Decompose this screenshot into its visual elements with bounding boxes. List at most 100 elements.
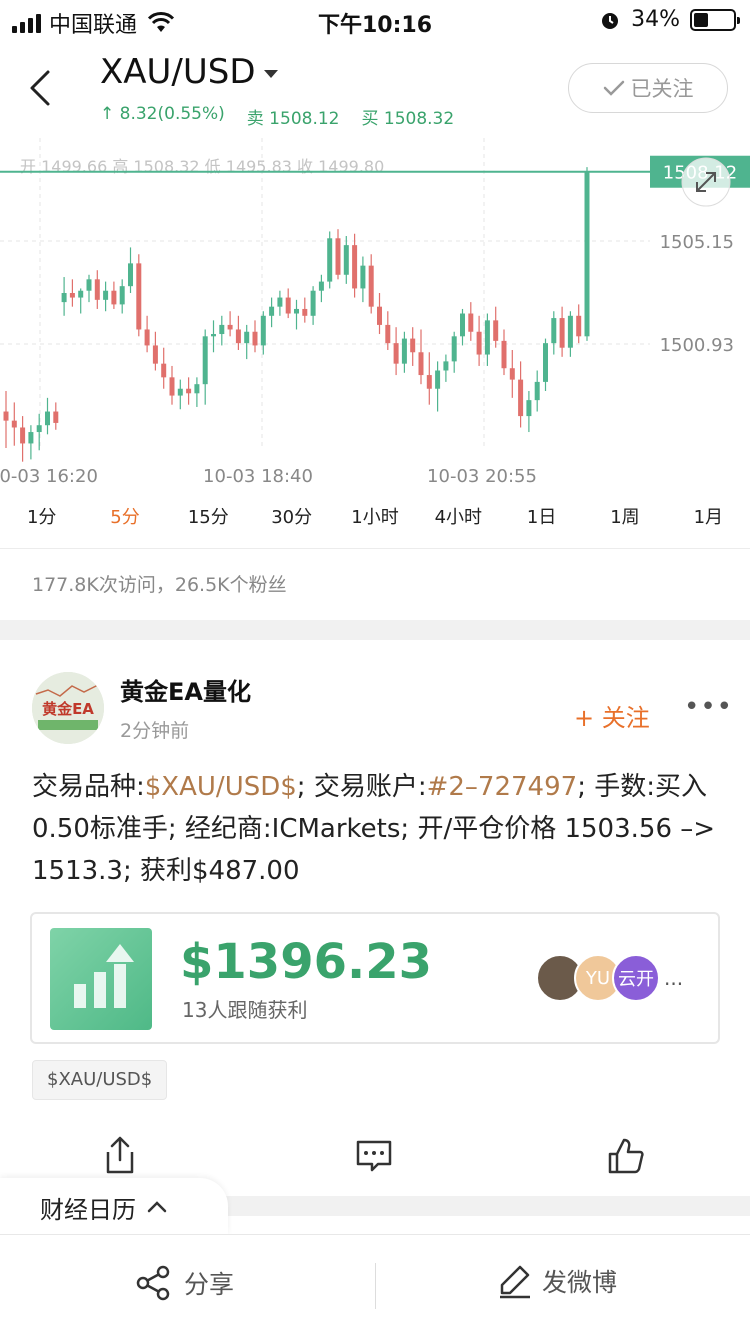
calendar-tab[interactable]: 财经日历 <box>0 1178 228 1236</box>
candle-body <box>69 293 75 298</box>
divider <box>375 1263 376 1309</box>
post-actions <box>0 1134 750 1182</box>
post-text: 交易品种: <box>32 772 145 802</box>
share-button[interactable]: 分享 <box>134 1263 234 1303</box>
candle-body <box>103 290 109 300</box>
followed-button[interactable]: 已关注 <box>568 63 728 113</box>
post-content: 交易品种:$XAU/USD$; 交易账户:#2–727497; 手数:买入 0.… <box>32 766 722 892</box>
candle-body <box>551 318 557 344</box>
candle-body <box>3 411 9 421</box>
comment-icon[interactable] <box>354 1134 394 1178</box>
symbol-link[interactable]: $XAU/USD$ <box>145 772 297 802</box>
sell-price: 卖 1508.12 <box>246 109 340 129</box>
period-tab[interactable]: 1周 <box>583 500 666 540</box>
candle-body <box>443 361 449 371</box>
profit-card[interactable]: $1396.23 13人跟随获利 YU 云开 ... <box>30 912 720 1044</box>
candle-body <box>451 336 457 362</box>
post-time: 2分钟前 <box>120 720 190 742</box>
more-options-icon[interactable]: ••• <box>684 692 733 722</box>
candle-body <box>252 331 258 346</box>
candle-body <box>493 320 499 341</box>
section-separator <box>0 620 750 640</box>
candle-body <box>410 338 416 353</box>
period-tab[interactable]: 4小时 <box>417 500 500 540</box>
candle-body <box>476 331 482 355</box>
candle-body <box>119 286 125 305</box>
candle-body <box>368 265 374 307</box>
status-bar: 中国联通 下午10:16 34% <box>0 0 750 40</box>
period-tabs: 1分 5分 15分 30分 1小时 4小时 1日 1周 1月 <box>0 500 750 540</box>
candle-body <box>435 370 441 389</box>
candle-body <box>235 329 241 344</box>
candle-body <box>327 238 333 282</box>
share-label: 分享 <box>184 1270 235 1299</box>
period-tab[interactable]: 15分 <box>167 500 250 540</box>
like-icon[interactable] <box>606 1134 646 1178</box>
candle-body <box>534 381 540 401</box>
pencil-icon <box>500 1265 530 1299</box>
post-weibo-button[interactable]: 发微博 <box>498 1263 617 1299</box>
candle-body <box>61 293 67 303</box>
symbol-tag[interactable]: $XAU/USD$ <box>32 1060 168 1100</box>
period-tab[interactable]: 1日 <box>500 500 583 540</box>
symbol-selector[interactable]: XAU/USD <box>100 52 278 92</box>
symbol-title: XAU/USD <box>100 52 256 92</box>
candle-body <box>401 338 407 364</box>
follower-avatars: YU 云开 ... <box>536 954 683 1002</box>
candle-body <box>426 375 432 389</box>
candle-body <box>152 345 158 364</box>
candle-body <box>177 388 183 396</box>
candle-body <box>484 320 490 355</box>
profit-amount: $1396.23 <box>180 934 433 990</box>
candle-body <box>211 334 216 337</box>
check-icon <box>603 80 624 96</box>
candle-body <box>169 377 175 396</box>
period-tab[interactable]: 1月 <box>667 500 750 540</box>
follow-button[interactable]: + 关注 <box>574 698 650 733</box>
period-tab[interactable]: 1小时 <box>333 500 416 540</box>
candle-body <box>269 306 275 316</box>
period-tab[interactable]: 5分 <box>83 500 166 540</box>
chevron-up-icon <box>147 1201 167 1213</box>
candle-body <box>318 281 324 291</box>
buy-price: 买 1508.32 <box>361 109 455 129</box>
share-icon[interactable] <box>100 1134 140 1178</box>
stats-text: 177.8K次访问，26.5K个粉丝 <box>32 574 287 596</box>
candle-body <box>310 290 316 316</box>
candle-body <box>86 279 92 291</box>
battery-percent: 34% <box>631 7 680 32</box>
candle-body <box>45 411 50 426</box>
alarm-icon <box>602 12 619 29</box>
candle-body <box>78 290 84 298</box>
candle-body <box>559 318 565 348</box>
candle-body <box>186 388 192 394</box>
candle-body <box>509 368 515 380</box>
back-icon[interactable] <box>22 66 62 110</box>
candle-body <box>111 290 117 305</box>
candle-body <box>20 427 26 444</box>
candlestick-chart[interactable]: 开 1499.66 高 1508.32 低 1495.83 收 1499.80 1… <box>0 138 750 498</box>
author-name[interactable]: 黄金EA量化 <box>120 672 251 707</box>
candle-body <box>584 171 590 337</box>
candle-body <box>460 313 465 337</box>
candle-body <box>277 297 283 307</box>
avatar[interactable]: 黄金EA <box>32 672 104 744</box>
candle-body <box>567 315 573 348</box>
period-tab[interactable]: 30分 <box>250 500 333 540</box>
time-axis-label: 10-03 16:20 <box>0 466 98 487</box>
candle-body <box>219 324 225 335</box>
period-tab[interactable]: 1分 <box>0 500 83 540</box>
candle-body <box>94 279 100 300</box>
candle-body <box>385 324 391 344</box>
candle-body <box>202 336 208 385</box>
avatar: 云开 <box>612 954 660 1002</box>
battery-icon <box>690 8 740 31</box>
followed-label: 已关注 <box>630 77 694 101</box>
candle-body <box>136 263 142 330</box>
account-link[interactable]: #2–727497 <box>427 772 578 802</box>
price-level-label: 1500.93 <box>660 335 734 356</box>
candle-body <box>518 379 524 417</box>
candle-body <box>352 245 358 289</box>
candle-body <box>144 329 150 346</box>
candle-body <box>128 263 133 287</box>
